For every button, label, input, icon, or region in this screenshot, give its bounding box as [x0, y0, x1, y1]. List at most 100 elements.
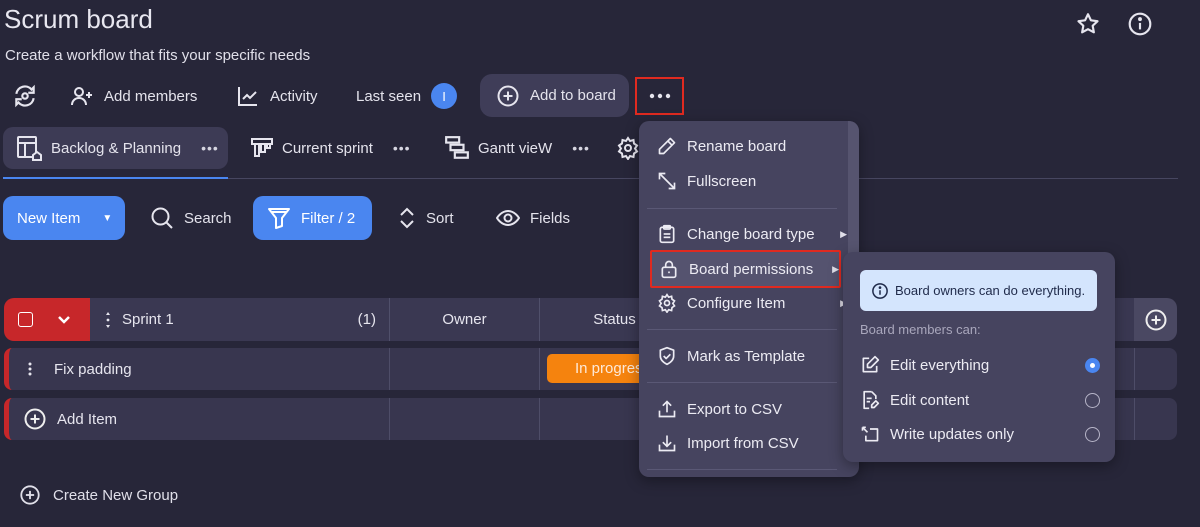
menu-item-board-permissions[interactable]: Board permissions ▶ [650, 250, 841, 288]
upload-icon [657, 399, 677, 419]
gear-icon [616, 136, 640, 160]
add-user-icon [70, 84, 94, 108]
tab-menu-icon[interactable]: ••• [572, 140, 590, 156]
add-to-board-button[interactable]: Add to board [480, 74, 629, 117]
plus-circle-icon [23, 407, 47, 431]
status-badge[interactable]: In progress [547, 354, 647, 383]
group-name: Sprint 1 [122, 311, 174, 328]
info-icon [871, 282, 889, 300]
cell-divider [1134, 398, 1135, 440]
board-options-menu: Rename board Fullscreen Change board typ… [639, 121, 859, 477]
gear-icon [657, 293, 677, 313]
row-menu-icon[interactable] [28, 362, 32, 376]
caret-down-icon[interactable]: ▼ [102, 213, 112, 224]
tab-current-sprint[interactable]: Current sprint ••• [250, 127, 411, 169]
menu-item-configure-item[interactable]: Configure Item ▶ [657, 288, 847, 318]
menu-divider [647, 208, 837, 209]
permission-option-write-updates-only[interactable]: Write updates only [860, 419, 1100, 449]
menu-item-change-board-type[interactable]: Change board type ▶ [657, 219, 847, 249]
menu-item-label: Mark as Template [687, 347, 806, 365]
more-options-button[interactable] [635, 77, 684, 115]
sort-button[interactable]: Sort [398, 196, 454, 240]
page-subtitle: Create a workflow that fits your specifi… [5, 47, 311, 64]
write-update-icon [860, 424, 880, 444]
option-label: Edit content [890, 391, 970, 409]
sort-label: Sort [426, 209, 454, 227]
search-label: Search [184, 209, 232, 227]
menu-scrollbar[interactable] [848, 121, 859, 261]
radio-unselected[interactable] [1085, 426, 1100, 442]
pencil-icon [657, 136, 677, 156]
permission-option-edit-content[interactable]: Edit content [860, 385, 1100, 415]
permission-option-edit-everything[interactable]: Edit everything [860, 350, 1100, 380]
tab-menu-icon[interactable]: ••• [201, 140, 219, 156]
filter-button[interactable]: Filter / 2 [253, 196, 372, 240]
activity-button[interactable]: Activity [236, 80, 318, 112]
menu-item-label: Change board type [687, 225, 815, 243]
last-seen-label: Last seen [356, 87, 422, 105]
add-members-label: Add members [104, 87, 198, 105]
last-seen[interactable]: Last seen I [356, 80, 458, 112]
new-item-button[interactable]: New Item ▼ [3, 196, 125, 240]
chevron-down-icon[interactable] [57, 315, 71, 325]
search-icon [150, 206, 174, 230]
column-header-owner[interactable]: Owner [389, 298, 539, 341]
radio-selected[interactable] [1085, 357, 1100, 373]
menu-item-rename-board[interactable]: Rename board [657, 131, 847, 161]
tab-backlog-planning[interactable]: Backlog & Planning ••• [3, 127, 228, 169]
add-members-button[interactable]: Add members [70, 80, 197, 112]
page-title: Scrum board [4, 4, 153, 34]
plus-circle-icon [496, 84, 520, 108]
star-icon[interactable] [1075, 11, 1101, 37]
group-title[interactable]: Sprint 1 (1) [90, 298, 390, 341]
kanban-icon [250, 136, 274, 160]
tab-gantt-view[interactable]: Gantt vieW ••• [444, 127, 590, 169]
menu-divider [647, 382, 837, 383]
plus-circle-icon [19, 484, 41, 506]
notice-text: Board owners can do everything. [895, 283, 1086, 298]
info-icon[interactable] [1127, 11, 1153, 37]
menu-item-export-csv[interactable]: Export to CSV [657, 394, 847, 424]
menu-item-label: Board permissions [689, 260, 814, 278]
option-label: Edit everything [890, 356, 990, 374]
group-checkbox[interactable] [18, 312, 33, 327]
tab-label: Current sprint [282, 139, 373, 157]
cell-divider [389, 398, 390, 440]
search-button[interactable]: Search [150, 196, 232, 240]
add-column-button[interactable] [1134, 298, 1177, 341]
drag-handle-icon[interactable] [104, 311, 112, 329]
create-new-group-button[interactable]: Create New Group [19, 484, 178, 506]
activity-label: Activity [270, 87, 318, 105]
view-settings-button[interactable] [616, 127, 640, 169]
board-permissions-submenu: Board owners can do everything. Board me… [843, 252, 1115, 462]
board-home-icon [15, 134, 43, 162]
menu-item-label: Export to CSV [687, 400, 783, 418]
cell-divider [389, 348, 390, 390]
lock-icon [659, 259, 679, 279]
menu-item-import-csv[interactable]: Import from CSV [657, 428, 847, 458]
cell-divider [539, 348, 540, 390]
menu-item-label: Rename board [687, 137, 787, 155]
cell-divider [539, 398, 540, 440]
menu-item-mark-as-template[interactable]: Mark as Template [657, 341, 847, 371]
edit-box-icon [860, 355, 880, 375]
add-to-board-label: Add to board [530, 87, 616, 104]
menu-item-fullscreen[interactable]: Fullscreen [657, 166, 847, 196]
radio-unselected[interactable] [1085, 392, 1100, 408]
sync-button[interactable] [12, 80, 38, 112]
avatar[interactable]: I [431, 83, 458, 109]
menu-divider [647, 329, 837, 330]
menu-item-label: Configure Item [687, 294, 786, 312]
group-header-controls [4, 298, 90, 341]
activity-chart-icon [236, 84, 260, 108]
fields-label: Fields [530, 209, 571, 227]
create-new-group-label: Create New Group [53, 486, 179, 504]
gantt-icon [444, 135, 470, 161]
row-name-cell[interactable]: Fix padding [28, 348, 132, 390]
menu-item-label: Fullscreen [687, 172, 757, 190]
fields-button[interactable]: Fields [496, 196, 570, 240]
add-item-button[interactable]: Add Item [23, 398, 117, 440]
menu-item-label: Import from CSV [687, 434, 799, 452]
tab-menu-icon[interactable]: ••• [393, 140, 411, 156]
eye-icon [496, 206, 520, 230]
